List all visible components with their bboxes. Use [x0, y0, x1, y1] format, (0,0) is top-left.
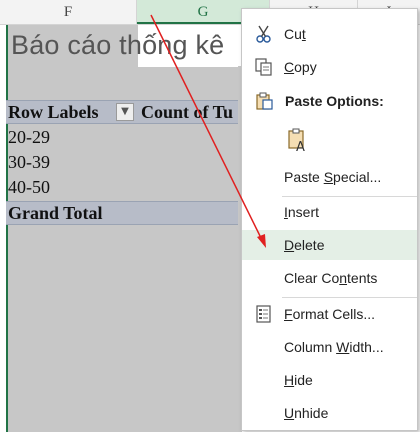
annotation-arrow: [150, 14, 266, 248]
